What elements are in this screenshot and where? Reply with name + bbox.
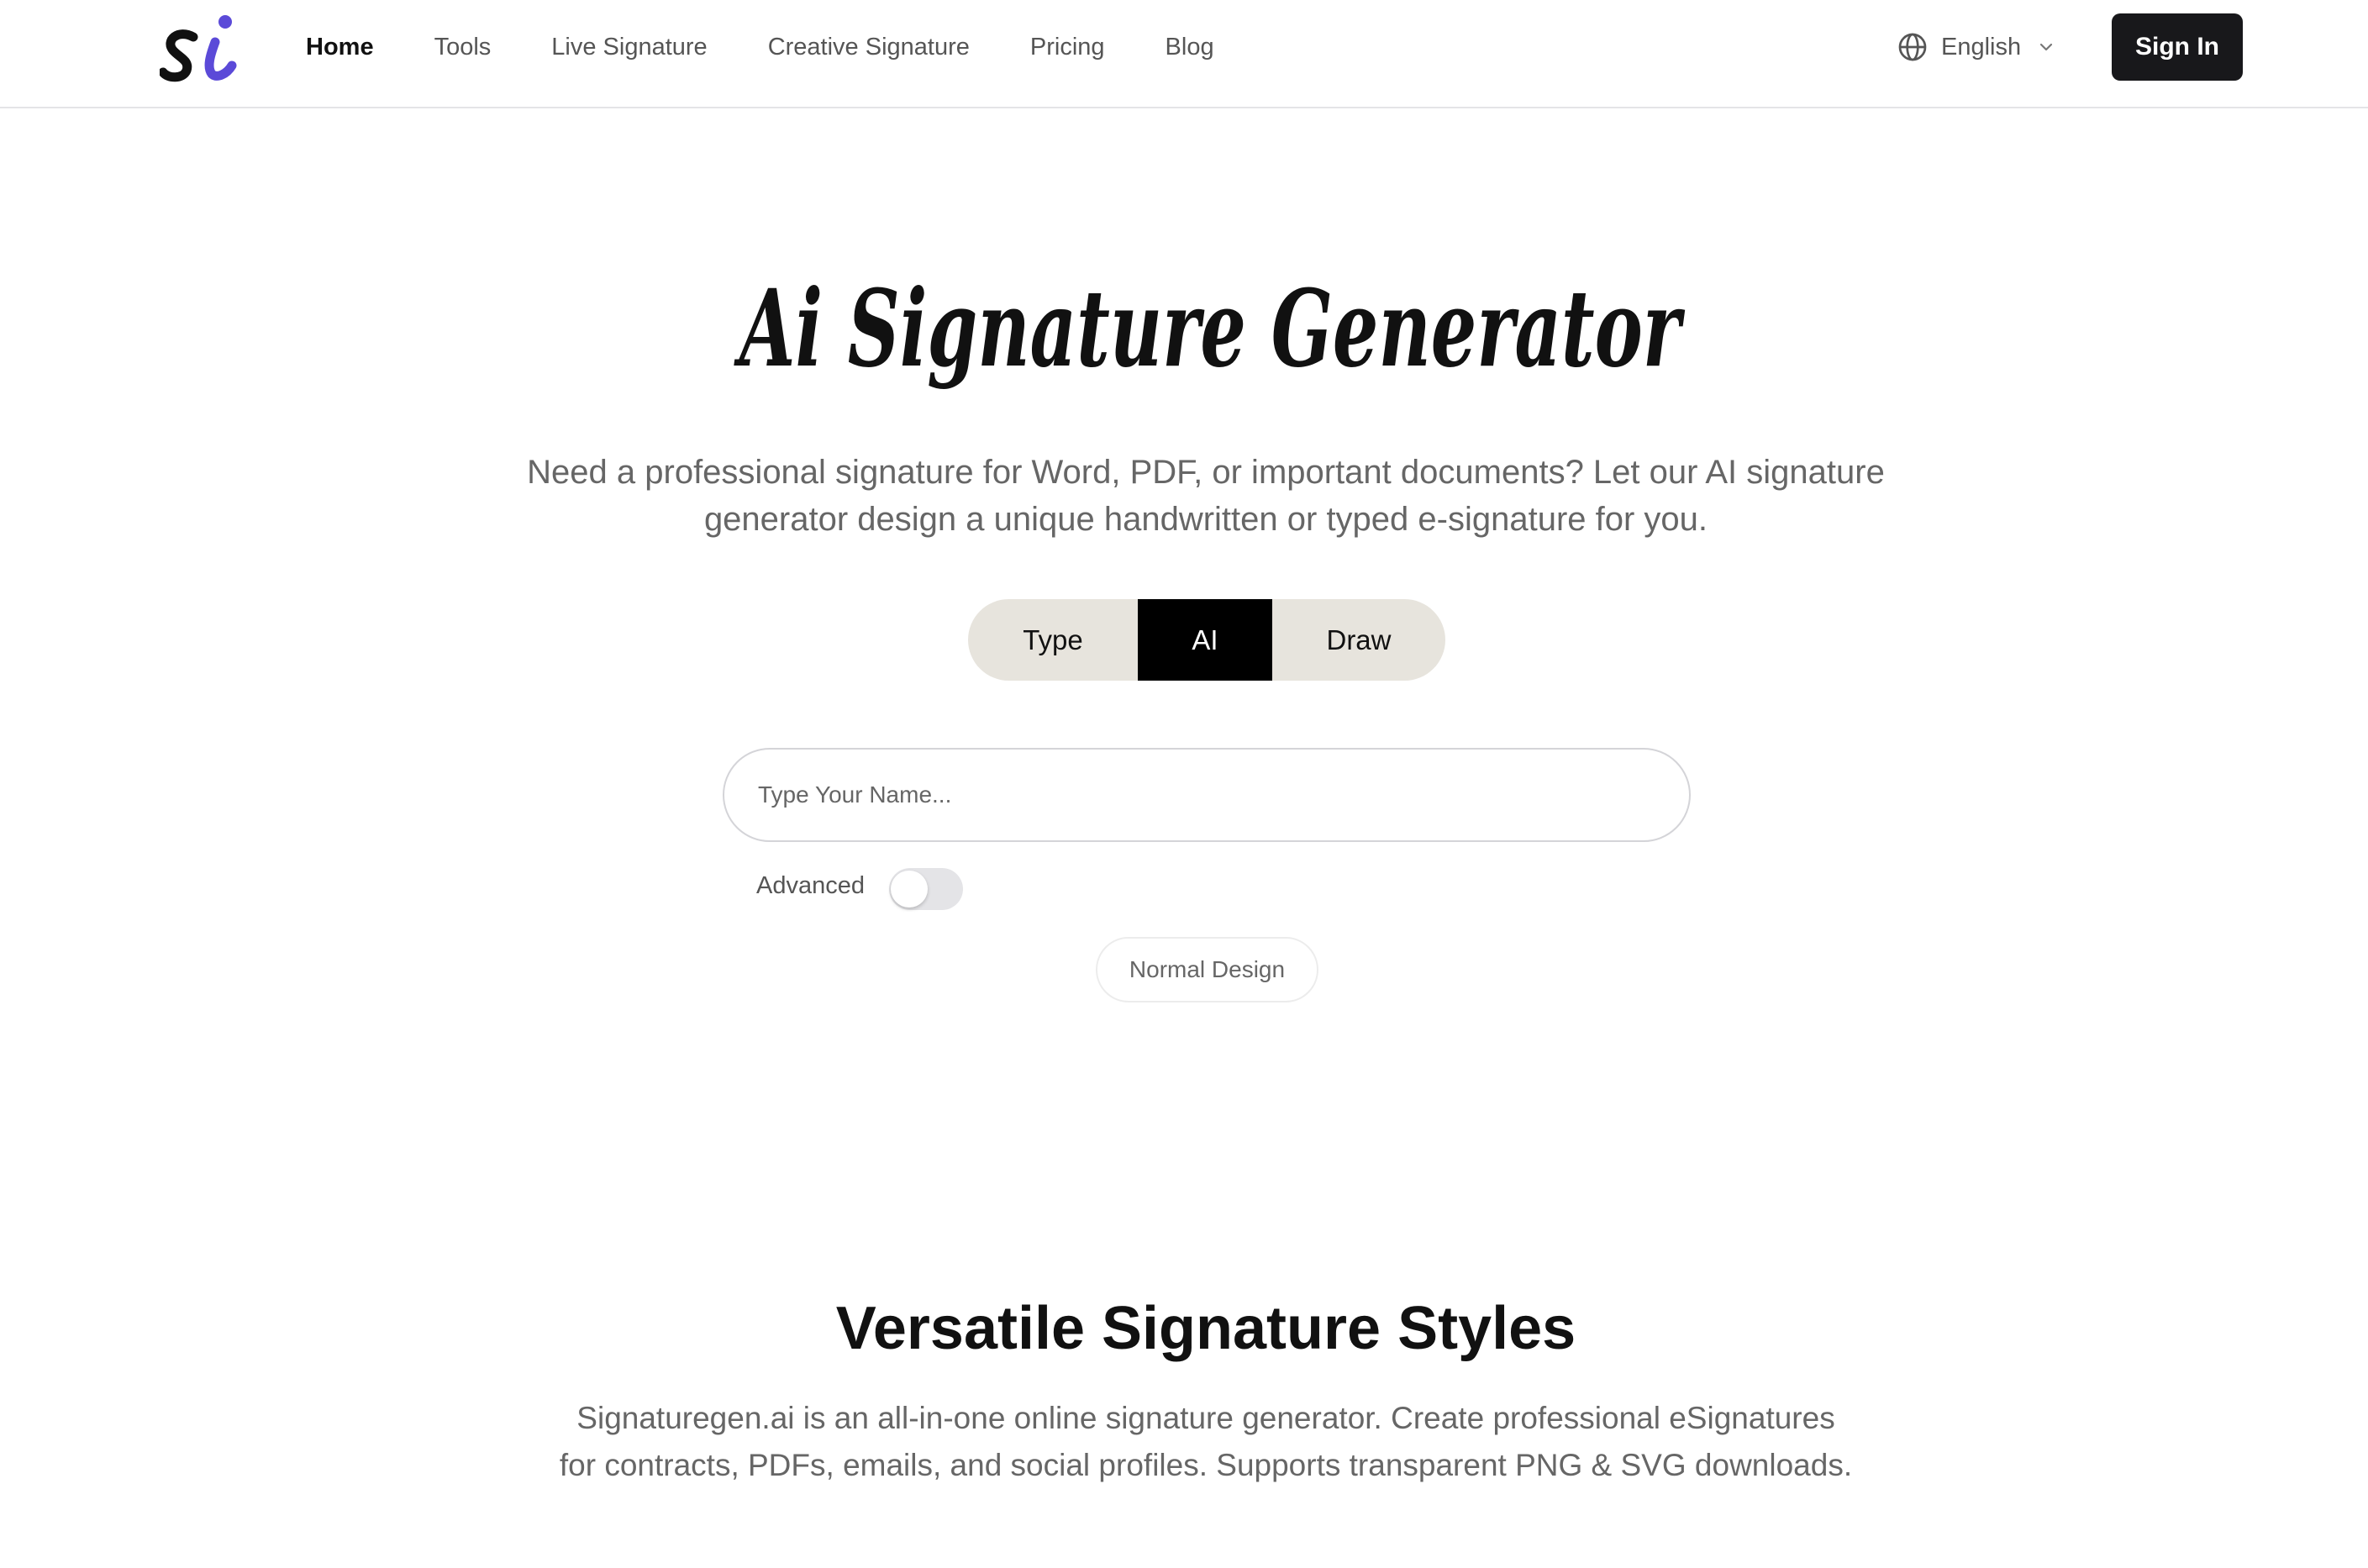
globe-icon [1898,33,1927,61]
sign-in-button[interactable]: Sign In [2112,13,2243,81]
nav-creative-signature[interactable]: Creative Signature [768,34,970,61]
hero-title: Ai Signature Generator [734,266,1686,391]
section-description: Signaturegen.ai is an all-in-one online … [559,1401,1853,1482]
site-logo[interactable] [160,12,240,84]
svg-text:Ai Signature Generator: Ai Signature Generator [734,266,1686,391]
language-label: English [1941,33,2022,61]
mode-tab-draw[interactable]: Draw [1272,599,1445,681]
nav-tools[interactable]: Tools [434,34,492,61]
nav-home[interactable]: Home [306,34,374,61]
chevron-down-icon [2040,43,2053,51]
advanced-label: Advanced [756,872,865,899]
toggle-knob [891,871,928,908]
section-title: Versatile Signature Styles [835,1295,1576,1362]
hero-description: Need a professional signature for Word, … [527,454,1885,538]
name-input[interactable] [723,748,1691,842]
nav-blog[interactable]: Blog [1166,34,1214,61]
mode-switch: Type AI Draw [968,599,1445,681]
nav-pricing[interactable]: Pricing [1030,34,1105,61]
site-header: Home Tools Live Signature Creative Signa… [0,0,2368,108]
mode-tab-type[interactable]: Type [968,599,1138,681]
mode-tab-ai[interactable]: AI [1138,599,1272,681]
advanced-toggle[interactable] [889,868,963,910]
language-selector[interactable]: English [1897,29,2056,66]
main-nav: Home Tools Live Signature Creative Signa… [306,0,1275,94]
normal-design-chip[interactable]: Normal Design [1096,937,1318,1002]
nav-live-signature[interactable]: Live Signature [551,34,707,61]
